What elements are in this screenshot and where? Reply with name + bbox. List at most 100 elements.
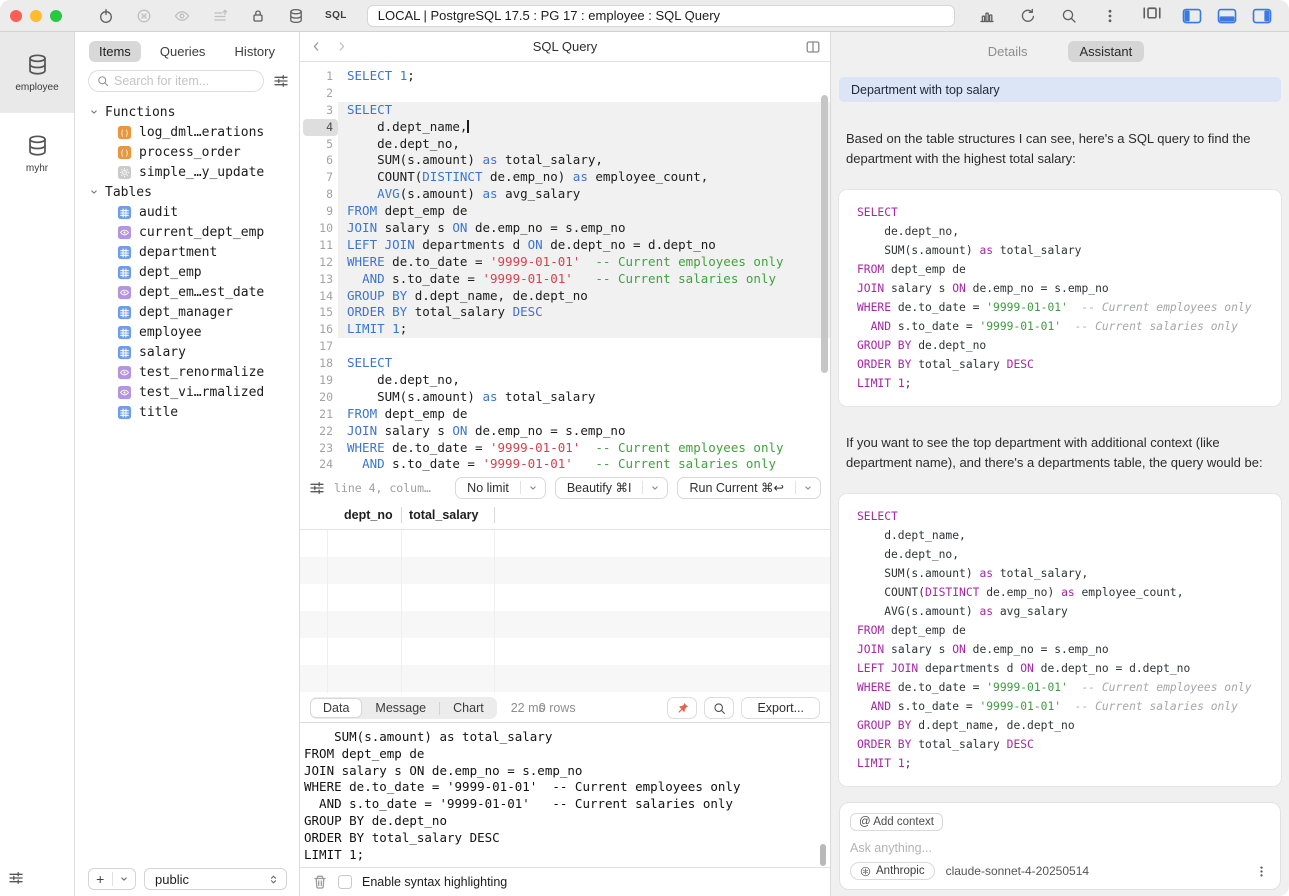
editor-line-4[interactable]: 4 d.dept_name, [300, 119, 830, 136]
editor-line-13[interactable]: 13 AND s.to_date = '9999-01-01' -- Curre… [300, 271, 830, 288]
tab-queries[interactable]: Queries [150, 41, 216, 62]
conversation-title[interactable]: Department with top salary [839, 77, 1281, 102]
line-content[interactable]: ORDER BY total_salary DESC [338, 304, 830, 321]
limit-button[interactable]: No limit [455, 477, 546, 499]
line-content[interactable]: SELECT [338, 102, 830, 119]
editor-line-23[interactable]: 23WHERE de.to_date = '9999-01-01' -- Cur… [300, 440, 830, 457]
line-content[interactable]: JOIN salary s ON de.emp_no = s.emp_no [338, 423, 830, 440]
editor-line-10[interactable]: 10JOIN salary s ON de.emp_no = s.emp_no [300, 220, 830, 237]
editor-line-6[interactable]: 6 SUM(s.amount) as total_salary, [300, 152, 830, 169]
add-item-button[interactable]: + [88, 868, 136, 890]
tab-items[interactable]: Items [89, 41, 141, 62]
line-content[interactable]: SELECT [338, 355, 830, 372]
connection-filter-icon[interactable] [8, 870, 24, 886]
split-view-icon[interactable] [805, 39, 821, 55]
panel-right-icon[interactable] [1252, 6, 1272, 26]
tree-item-dept_emest_date[interactable]: dept_em…est_date [75, 282, 299, 302]
line-content[interactable]: JOIN salary s ON de.emp_no = s.emp_no [338, 220, 830, 237]
editor-line-22[interactable]: 22JOIN salary s ON de.emp_no = s.emp_no [300, 423, 830, 440]
line-content[interactable]: FROM dept_emp de [338, 203, 830, 220]
line-content[interactable]: AVG(s.amount) as avg_salary [338, 186, 830, 203]
line-content[interactable]: SELECT 1; [338, 68, 830, 85]
editor-line-5[interactable]: 5 de.dept_no, [300, 136, 830, 153]
line-content[interactable]: WHERE de.to_date = '9999-01-01' -- Curre… [338, 254, 830, 271]
editor-line-18[interactable]: 18SELECT [300, 355, 830, 372]
column-header[interactable]: total_salary [409, 508, 478, 522]
editor-line-12[interactable]: 12WHERE de.to_date = '9999-01-01' -- Cur… [300, 254, 830, 271]
tree-item-salary[interactable]: salary [75, 342, 299, 362]
line-content[interactable]: WHERE de.to_date = '9999-01-01' -- Curre… [338, 440, 830, 457]
editor-scrollbar[interactable] [821, 95, 828, 373]
editor-line-14[interactable]: 14GROUP BY d.dept_name, de.dept_no [300, 288, 830, 305]
line-content[interactable]: SUM(s.amount) as total_salary [338, 389, 830, 406]
forward-icon[interactable] [335, 40, 348, 53]
structure-icon[interactable] [212, 8, 228, 24]
pin-button[interactable] [667, 697, 697, 719]
back-icon[interactable] [310, 40, 323, 53]
line-content[interactable]: GROUP BY d.dept_name, de.dept_no [338, 288, 830, 305]
line-content[interactable]: AND s.to_date = '9999-01-01' -- Current … [338, 456, 830, 473]
lock-icon[interactable] [250, 8, 266, 24]
editor-line-7[interactable]: 7 COUNT(DISTINCT de.emp_no) as employee_… [300, 169, 830, 186]
editor-line-24[interactable]: 24 AND s.to_date = '9999-01-01' -- Curre… [300, 456, 830, 473]
code-editor[interactable]: 1SELECT 1;23SELECT4 d.dept_name,5 de.dep… [300, 62, 830, 475]
assistant-more-icon[interactable] [1255, 865, 1268, 878]
tree-section-functions[interactable]: Functions [75, 102, 299, 122]
line-content[interactable]: AND s.to_date = '9999-01-01' -- Current … [338, 271, 830, 288]
disconnect-icon[interactable] [136, 8, 152, 24]
line-content[interactable] [338, 85, 830, 102]
line-content[interactable]: de.dept_no, [338, 372, 830, 389]
tree-item-test_virmalized[interactable]: test_vi…rmalized [75, 382, 299, 402]
editor-line-21[interactable]: 21FROM dept_emp de [300, 406, 830, 423]
editor-line-1[interactable]: 1SELECT 1; [300, 68, 830, 85]
search-input[interactable]: Search for item... [88, 70, 264, 92]
editor-line-15[interactable]: 15ORDER BY total_salary DESC [300, 304, 830, 321]
tree-item-employee[interactable]: employee [75, 322, 299, 342]
assistant-input-card[interactable]: @ Add context Ask anything... Anthropic … [839, 802, 1281, 890]
connection-employee[interactable]: employee [0, 32, 74, 113]
tree-item-audit[interactable]: audit [75, 202, 299, 222]
panel-bottom-icon[interactable] [1217, 6, 1237, 26]
window-mode-icon[interactable] [1142, 3, 1162, 23]
tree-item-test_renormalize[interactable]: test_renormalize [75, 362, 299, 382]
trash-icon[interactable] [312, 874, 328, 890]
editor-line-20[interactable]: 20 SUM(s.amount) as total_salary [300, 389, 830, 406]
line-content[interactable]: SUM(s.amount) as total_salary, [338, 152, 830, 169]
tab-details[interactable]: Details [976, 41, 1040, 62]
more-kebab-icon[interactable] [1102, 8, 1118, 24]
tree-item-department[interactable]: department [75, 242, 299, 262]
line-content[interactable]: LEFT JOIN departments d ON de.dept_no = … [338, 237, 830, 254]
tree-item-title[interactable]: title [75, 402, 299, 422]
column-header[interactable]: dept_no [344, 508, 393, 522]
ask-input-placeholder[interactable]: Ask anything... [850, 841, 1270, 855]
beautify-button[interactable]: Beautify ⌘I [555, 477, 669, 499]
search-icon[interactable] [1061, 8, 1077, 24]
chart-icon[interactable] [979, 8, 995, 24]
connection-myhr[interactable]: myhr [0, 113, 74, 194]
window-title-field[interactable]: LOCAL | PostgreSQL 17.5 : PG 17 : employ… [367, 5, 955, 27]
editor-line-19[interactable]: 19 de.dept_no, [300, 372, 830, 389]
tab-history[interactable]: History [225, 41, 285, 62]
tree-item-log_dmlerations[interactable]: ()log_dml…erations [75, 122, 299, 142]
run-current-button[interactable]: Run Current ⌘↩ [677, 477, 821, 499]
line-content[interactable] [338, 338, 830, 355]
sidebar-filter-icon[interactable] [273, 73, 289, 89]
connect-icon[interactable] [98, 8, 114, 24]
tab-data[interactable]: Data [310, 698, 362, 718]
tree-item-dept_manager[interactable]: dept_manager [75, 302, 299, 322]
line-content[interactable]: de.dept_no, [338, 136, 830, 153]
tree-item-simple_y_update[interactable]: simple_…y_update [75, 162, 299, 182]
tree-item-process_order[interactable]: ()process_order [75, 142, 299, 162]
close-button[interactable] [10, 10, 22, 22]
preview-icon[interactable] [174, 8, 190, 24]
panel-left-icon[interactable] [1182, 6, 1202, 26]
line-content[interactable]: COUNT(DISTINCT de.emp_no) as employee_co… [338, 169, 830, 186]
line-content[interactable]: LIMIT 1; [338, 321, 830, 338]
editor-line-11[interactable]: 11LEFT JOIN departments d ON de.dept_no … [300, 237, 830, 254]
zoom-button[interactable] [50, 10, 62, 22]
tab-message[interactable]: Message [362, 698, 439, 718]
tree-section-tables[interactable]: Tables [75, 182, 299, 202]
export-button[interactable]: Export... [741, 697, 820, 719]
editor-line-17[interactable]: 17 [300, 338, 830, 355]
editor-line-9[interactable]: 9FROM dept_emp de [300, 203, 830, 220]
